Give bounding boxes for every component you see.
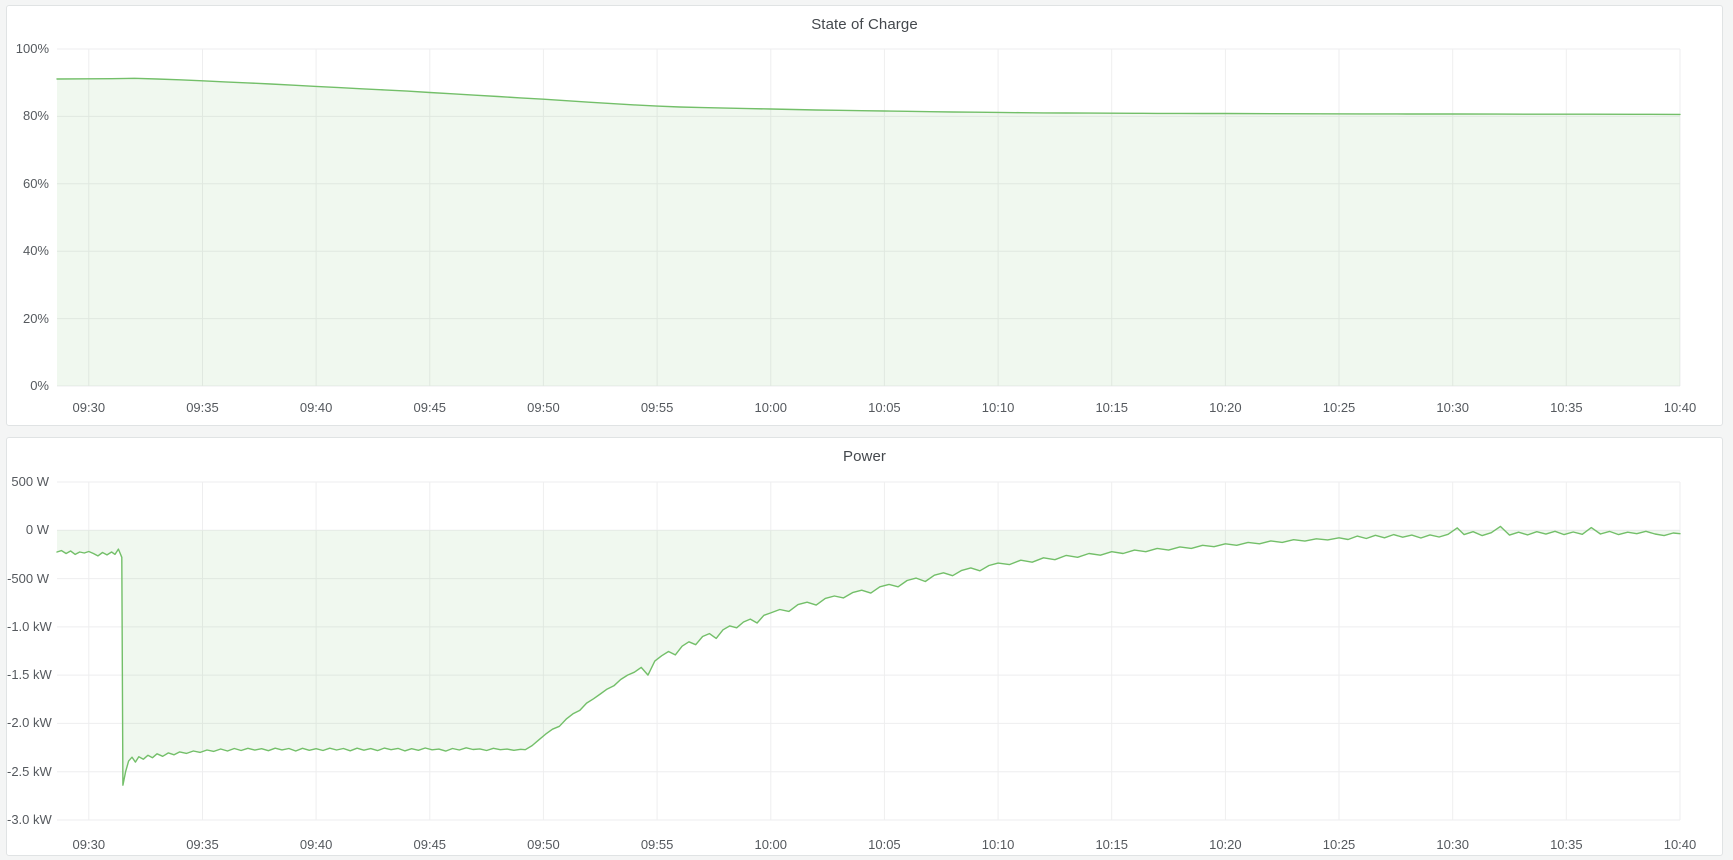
state-of-charge-x-tick-label: 10:15	[1078, 400, 1146, 416]
power-x-tick-label: 09:50	[509, 837, 577, 853]
state-of-charge-x-tick-label: 09:30	[55, 400, 123, 416]
power-x-tick-label: 10:10	[964, 837, 1032, 853]
power-x-tick-label: 09:45	[396, 837, 464, 853]
state-of-charge-x-tick-label: 10:40	[1646, 400, 1714, 416]
state-of-charge-y-tick-label: 0%	[7, 378, 49, 394]
state-of-charge-x-tick-label: 10:00	[737, 400, 805, 416]
power-plot-canvas[interactable]	[57, 482, 1680, 820]
power-x-tick-label: 10:05	[850, 837, 918, 853]
power-y-tick-label: 0 W	[7, 522, 49, 538]
power-y-tick-label: -2.5 kW	[7, 764, 49, 780]
state-of-charge-x-tick-label: 09:35	[168, 400, 236, 416]
state-of-charge-x-tick-label: 09:50	[509, 400, 577, 416]
power-x-tick-label: 10:40	[1646, 837, 1714, 853]
state-of-charge-x-tick-label: 10:10	[964, 400, 1032, 416]
power-y-tick-label: -500 W	[7, 571, 49, 587]
power-y-tick-label: 500 W	[7, 474, 49, 490]
state-of-charge-x-tick-label: 09:55	[623, 400, 691, 416]
power-x-tick-label: 10:35	[1532, 837, 1600, 853]
power-series-fill	[57, 526, 1680, 785]
power-x-tick-label: 10:00	[737, 837, 805, 853]
power-y-tick-label: -1.0 kW	[7, 619, 49, 635]
panel-power: Power 500 W 0 W -500 W -1.0 kW -1.5 kW -2.0 k…	[6, 437, 1723, 856]
power-x-tick-label: 09:30	[55, 837, 123, 853]
power-x-tick-label: 10:20	[1191, 837, 1259, 853]
power-y-tick-label: -3.0 kW	[7, 812, 49, 828]
panel-state-of-charge: State of Charge 100% 80% 60% 40% 20% 0% 09:30 0…	[6, 5, 1723, 426]
power-y-tick-label: -1.5 kW	[7, 667, 49, 683]
state-of-charge-x-tick-label: 09:45	[396, 400, 464, 416]
state-of-charge-x-tick-label: 10:35	[1532, 400, 1600, 416]
panel-title-power: Power	[7, 448, 1722, 465]
power-x-tick-label: 10:15	[1078, 837, 1146, 853]
state-of-charge-y-tick-label: 60%	[7, 176, 49, 192]
power-x-tick-label: 09:40	[282, 837, 350, 853]
panel-title-state-of-charge: State of Charge	[7, 16, 1722, 33]
state-of-charge-y-tick-label: 40%	[7, 243, 49, 259]
state-of-charge-y-tick-label: 100%	[7, 41, 49, 57]
power-x-tick-label: 10:25	[1305, 837, 1373, 853]
state-of-charge-series-fill	[57, 78, 1680, 386]
power-x-tick-label: 09:35	[168, 837, 236, 853]
state-of-charge-x-tick-label: 10:20	[1191, 400, 1259, 416]
state-of-charge-plot-canvas[interactable]	[57, 49, 1680, 386]
state-of-charge-y-tick-label: 80%	[7, 108, 49, 124]
state-of-charge-x-tick-label: 09:40	[282, 400, 350, 416]
state-of-charge-x-tick-label: 10:05	[850, 400, 918, 416]
state-of-charge-x-tick-label: 10:30	[1419, 400, 1487, 416]
state-of-charge-y-tick-label: 20%	[7, 311, 49, 327]
state-of-charge-x-tick-label: 10:25	[1305, 400, 1373, 416]
power-x-tick-label: 10:30	[1419, 837, 1487, 853]
power-x-tick-label: 09:55	[623, 837, 691, 853]
power-y-tick-label: -2.0 kW	[7, 715, 49, 731]
